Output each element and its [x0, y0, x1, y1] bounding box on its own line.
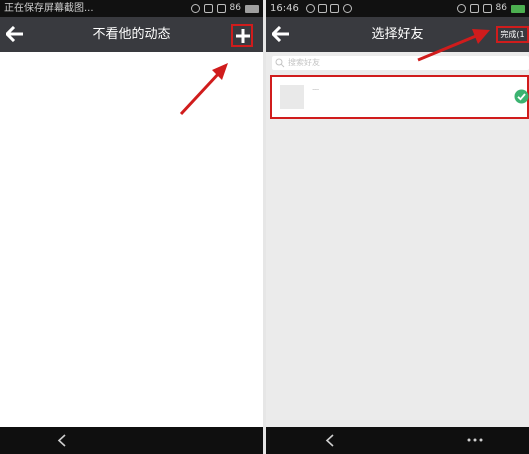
wifi-icon: [203, 4, 213, 13]
battery-icon: [511, 4, 525, 13]
chevron-left-icon[interactable]: [56, 434, 68, 447]
left-screenshot: 正在保存屏幕截图... 86 不看他的动态: [0, 0, 263, 454]
status-bar: 正在保存屏幕截图... 86: [0, 0, 263, 17]
battery-icon: [245, 4, 259, 13]
sync-icon: [342, 3, 352, 13]
avatar: [280, 85, 304, 109]
app-bar: 选择好友 完成(1: [266, 17, 529, 52]
battery-level: 86: [495, 3, 507, 13]
status-text: 正在保存屏幕截图...: [4, 3, 94, 14]
friend-list-item[interactable]: ·······: [270, 75, 529, 119]
chat-icon: [306, 3, 316, 13]
add-button[interactable]: [231, 24, 253, 47]
signal-icon: [482, 4, 492, 13]
signal-icon: [216, 4, 226, 13]
search-placeholder: 搜索好友: [288, 58, 320, 67]
nav-bar: [266, 427, 529, 454]
battery-level: 86: [229, 3, 241, 13]
status-time: 16:46: [270, 3, 299, 14]
done-button[interactable]: 完成(1: [496, 26, 529, 43]
nav-bar: [0, 427, 263, 454]
more-dots-icon[interactable]: [466, 436, 484, 444]
status-bar: 16:46 86: [266, 0, 529, 17]
search-input[interactable]: 搜索好友: [272, 56, 529, 70]
plus-icon: [236, 29, 250, 43]
wifi-icon: [469, 4, 479, 13]
friend-name: ·······: [312, 87, 319, 94]
message-icon: [318, 3, 328, 13]
alarm-icon: [190, 4, 200, 13]
page-title: 不看他的动态: [92, 27, 171, 42]
check-circle-icon[interactable]: [514, 89, 529, 104]
search-icon: [275, 58, 285, 68]
right-screenshot: 16:46 86 选择好友 完成(1 搜索好友 ·······: [266, 0, 529, 454]
app-bar: 不看他的动态: [0, 17, 263, 52]
image-icon: [330, 3, 340, 13]
chevron-left-icon[interactable]: [324, 434, 336, 447]
alarm-icon: [456, 4, 466, 13]
page-title: 选择好友: [371, 27, 424, 42]
